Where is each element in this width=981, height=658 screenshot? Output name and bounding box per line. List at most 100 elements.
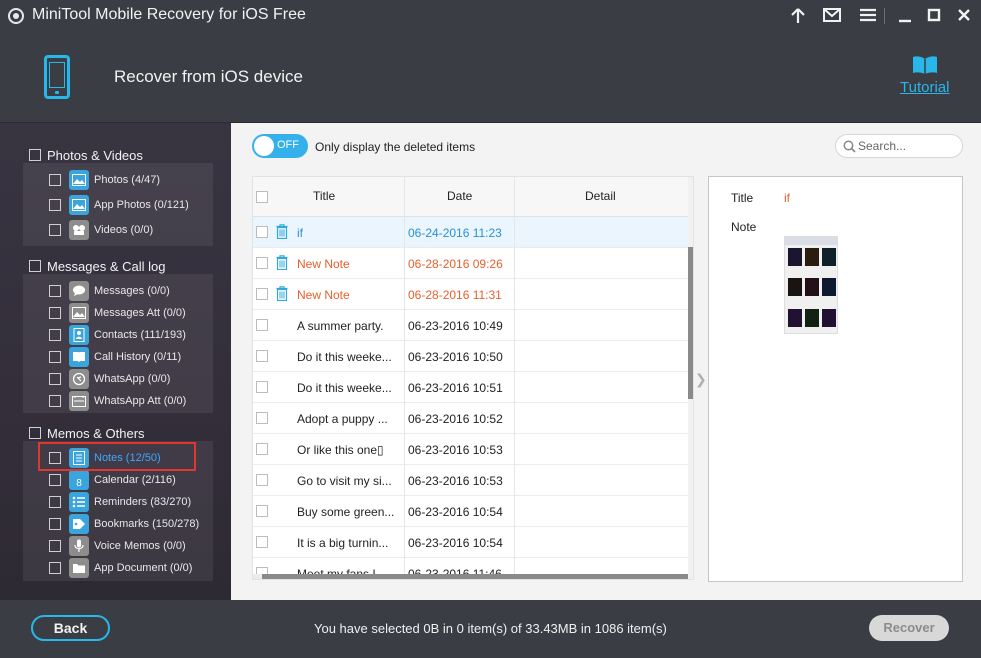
mail-icon[interactable] <box>821 5 843 27</box>
row-checkbox[interactable] <box>256 474 268 486</box>
item-checkbox[interactable] <box>49 224 61 236</box>
column-date[interactable]: Date <box>447 189 472 203</box>
sidebar-item-whatsapp-att[interactable]: WhatsApp Att (0/0) <box>49 391 186 411</box>
search-box[interactable] <box>835 134 963 158</box>
item-checkbox[interactable] <box>49 496 61 508</box>
sidebar-item-app-photos[interactable]: App Photos (0/121) <box>49 195 189 215</box>
sidebar-item-messages[interactable]: Messages (0/0) <box>49 281 170 301</box>
trash-icon <box>276 224 288 239</box>
item-checkbox[interactable] <box>49 373 61 385</box>
title-bar: MiniTool Mobile Recovery for iOS Free <box>0 0 981 32</box>
row-checkbox[interactable] <box>256 257 268 269</box>
scroll-thumb[interactable] <box>262 574 688 579</box>
column-title[interactable]: Title <box>313 189 335 203</box>
row-checkbox[interactable] <box>256 381 268 393</box>
vertical-scrollbar[interactable] <box>688 177 693 579</box>
item-checkbox[interactable] <box>49 518 61 530</box>
minimize-icon[interactable] <box>894 5 916 27</box>
item-checkbox[interactable] <box>49 351 61 363</box>
maximize-icon[interactable] <box>923 5 945 27</box>
row-title: It is a big turnin... <box>297 536 389 550</box>
sidebar-item-call-history[interactable]: Call History (0/11) <box>49 347 181 367</box>
close-icon[interactable] <box>953 5 975 27</box>
group-memos-others[interactable]: Memos & Others <box>29 424 145 442</box>
row-checkbox[interactable] <box>256 505 268 517</box>
photos-icon <box>69 170 89 190</box>
column-detail[interactable]: Detail <box>585 189 616 203</box>
messages-attachment-icon <box>69 303 89 323</box>
group-checkbox[interactable] <box>29 427 41 439</box>
sidebar-item-contacts[interactable]: Contacts (111/193) <box>49 325 186 345</box>
sidebar-item-whatsapp[interactable]: WhatsApp (0/0) <box>49 369 170 389</box>
sidebar-item-app-document[interactable]: App Document (0/0) <box>49 558 192 578</box>
row-checkbox[interactable] <box>256 226 268 238</box>
sidebar-item-videos[interactable]: Videos (0/0) <box>49 220 153 240</box>
table-row[interactable]: Do it this weeke... 06-23-2016 10:50 <box>253 341 688 372</box>
group-label: Photos & Videos <box>47 147 143 163</box>
sidebar-item-voice-memos[interactable]: Voice Memos (0/0) <box>49 536 186 556</box>
item-checkbox[interactable] <box>49 285 61 297</box>
detail-note-label: Note <box>731 220 757 234</box>
sidebar-item-calendar[interactable]: 8 Calendar (2/116) <box>49 470 176 490</box>
sidebar-item-bookmarks[interactable]: Bookmarks (150/278) <box>49 514 199 534</box>
row-checkbox[interactable] <box>256 288 268 300</box>
table-row[interactable]: Go to visit my si... 06-23-2016 10:53 <box>253 465 688 496</box>
note-image-thumbnail[interactable] <box>784 236 838 334</box>
item-checkbox[interactable] <box>49 562 61 574</box>
row-title: A summer party. <box>297 319 384 333</box>
table-row[interactable]: Do it this weeke... 06-23-2016 10:51 <box>253 372 688 403</box>
horizontal-scrollbar[interactable] <box>253 574 688 579</box>
column-divider <box>514 177 515 579</box>
group-checkbox[interactable] <box>29 149 41 161</box>
group-messages-call-log[interactable]: Messages & Call log <box>29 257 166 275</box>
sidebar-item-photos[interactable]: Photos (4/47) <box>49 170 160 190</box>
select-all-checkbox[interactable] <box>256 191 268 203</box>
table-row[interactable]: Buy some green... 06-23-2016 10:54 <box>253 496 688 527</box>
table-row[interactable]: if 06-24-2016 11:23 <box>253 217 688 248</box>
app-logo-icon <box>8 8 24 24</box>
sidebar-item-reminders[interactable]: Reminders (83/270) <box>49 492 191 512</box>
trash-icon <box>276 286 288 301</box>
table-row[interactable]: Or like this one▯ 06-23-2016 10:53 <box>253 434 688 465</box>
back-button[interactable]: Back <box>31 615 110 641</box>
chevron-right-icon[interactable]: ❯ <box>695 371 707 388</box>
table-row[interactable]: New Note 06-28-2016 11:31 <box>253 279 688 310</box>
contacts-icon <box>69 325 89 345</box>
item-checkbox[interactable] <box>49 474 61 486</box>
upgrade-arrow-icon[interactable] <box>787 5 809 27</box>
tutorial-link[interactable]: Tutorial <box>900 79 949 96</box>
search-input[interactable] <box>858 138 956 154</box>
group-photos-videos[interactable]: Photos & Videos <box>29 146 143 164</box>
row-date: 06-23-2016 10:54 <box>408 505 503 519</box>
item-checkbox[interactable] <box>49 329 61 341</box>
item-checkbox[interactable] <box>49 540 61 552</box>
row-checkbox[interactable] <box>256 443 268 455</box>
item-checkbox[interactable] <box>49 307 61 319</box>
recover-button[interactable]: Recover <box>869 615 949 641</box>
item-checkbox[interactable] <box>49 174 61 186</box>
menu-icon[interactable] <box>857 5 879 27</box>
title-separator <box>884 8 885 24</box>
table-row[interactable]: Adopt a puppy ... 06-23-2016 10:52 <box>253 403 688 434</box>
deleted-only-toggle[interactable]: OFF <box>252 134 308 158</box>
scroll-thumb[interactable] <box>688 247 693 399</box>
row-title: New Note <box>297 288 350 302</box>
trash-icon <box>276 255 288 270</box>
table-row[interactable]: It is a big turnin... 06-23-2016 10:54 <box>253 527 688 558</box>
row-checkbox[interactable] <box>256 350 268 362</box>
category-sidebar: Photos & Videos Photos (4/47) App Photos… <box>0 123 231 600</box>
sidebar-item-messages-att[interactable]: Messages Att (0/0) <box>49 303 186 323</box>
table-row[interactable]: A summer party. 06-23-2016 10:49 <box>253 310 688 341</box>
row-title: Or like this one▯ <box>297 443 384 457</box>
group-checkbox[interactable] <box>29 260 41 272</box>
row-checkbox[interactable] <box>256 412 268 424</box>
item-checkbox[interactable] <box>49 199 61 211</box>
row-checkbox[interactable] <box>256 319 268 331</box>
row-title: New Note <box>297 257 350 271</box>
toggle-knob <box>254 136 274 156</box>
item-checkbox[interactable] <box>49 395 61 407</box>
table-row[interactable]: New Note 06-28-2016 09:26 <box>253 248 688 279</box>
detail-pane: Title if Note <box>708 176 963 582</box>
book-icon[interactable] <box>912 55 938 75</box>
row-checkbox[interactable] <box>256 536 268 548</box>
